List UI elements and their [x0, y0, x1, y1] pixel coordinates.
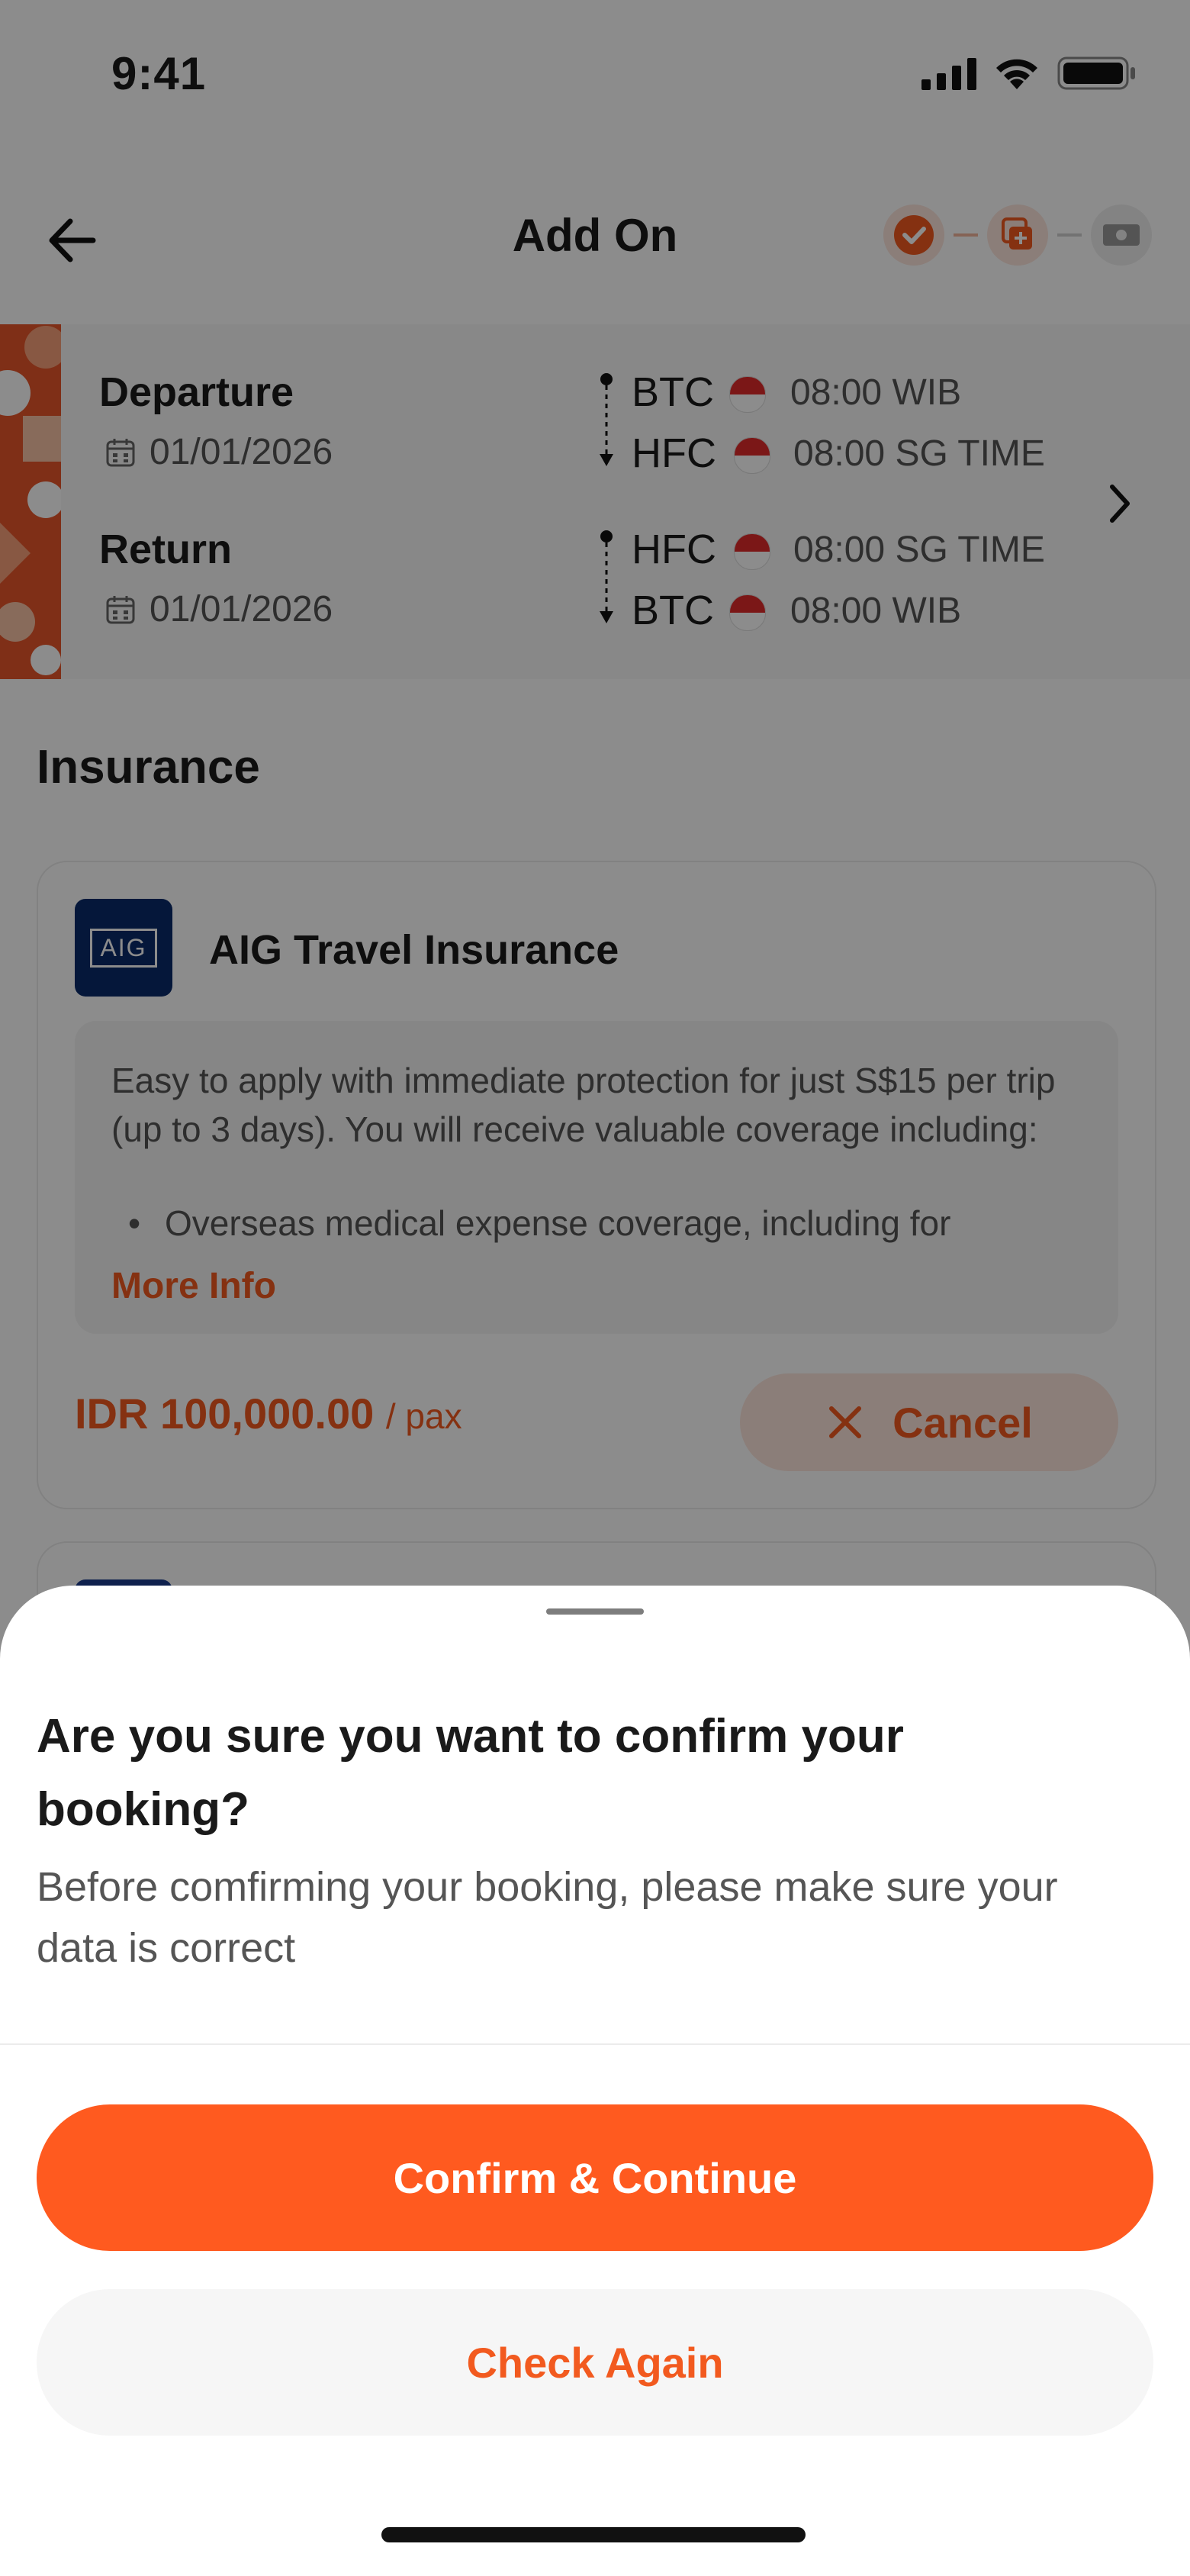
- confirm-bottom-sheet: Are you sure you want to confirm your bo…: [0, 1586, 1190, 2576]
- screen: 9:41 Add On Departure 01/01/2026 BTC 08:…: [0, 0, 1190, 2576]
- divider: [0, 2043, 1190, 2045]
- confirm-continue-button[interactable]: Confirm & Continue: [37, 2104, 1153, 2251]
- check-again-button[interactable]: Check Again: [37, 2289, 1153, 2436]
- home-indicator: [381, 2527, 806, 2542]
- sheet-handle[interactable]: [546, 1608, 644, 1615]
- sheet-message: Before comfirming your booking, please m…: [37, 1864, 1058, 1971]
- sheet-title: Are you sure you want to confirm your bo…: [37, 1710, 904, 1836]
